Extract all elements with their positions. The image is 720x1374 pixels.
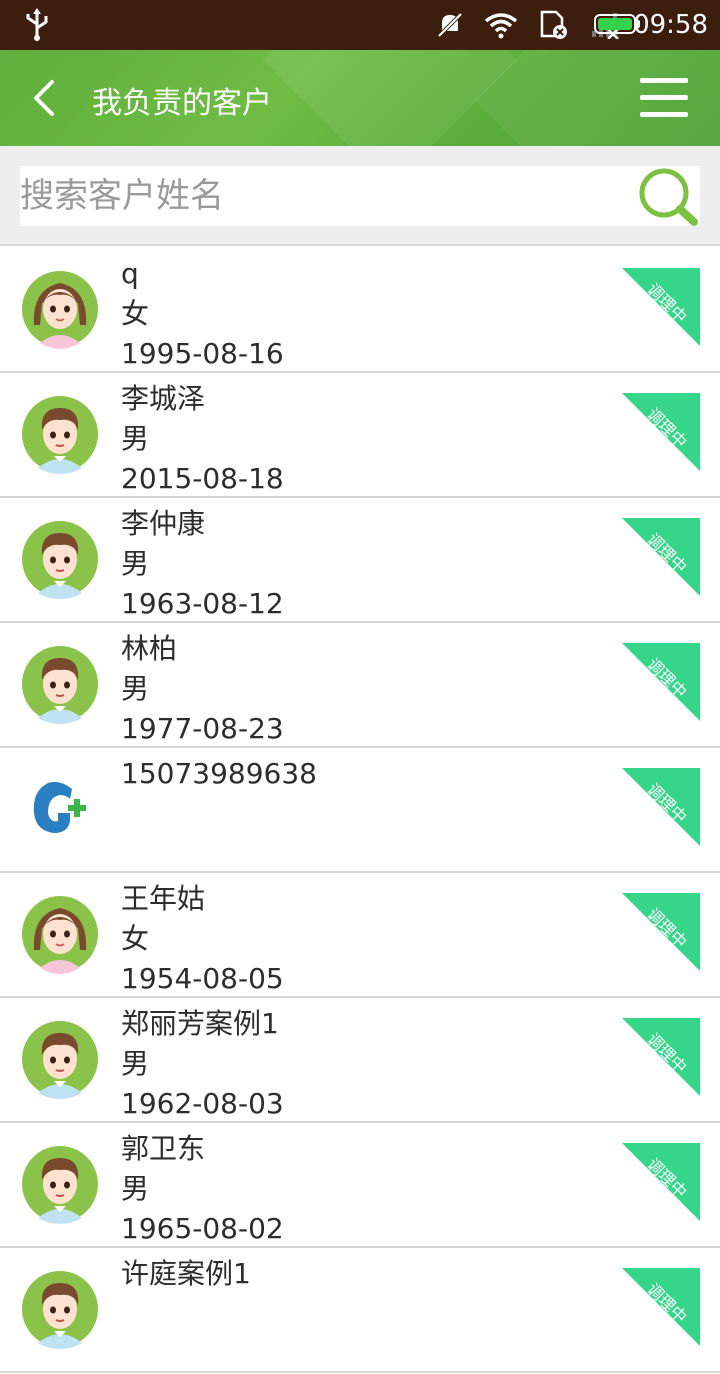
battery-icon [594,14,636,34]
customer-info: 林柏男 1977-08-23 [121,629,284,749]
avatar [20,894,100,974]
clock: 09:58 [633,10,708,40]
search-box [20,166,700,226]
customer-name: 许庭案例1 [121,1257,251,1290]
customer-row[interactable]: 李城泽男 2015-08-18 调理中 [0,373,720,498]
customer-name: q [121,257,139,290]
customer-row[interactable]: 15073989638 调理中 [0,748,720,873]
customer-name: 李仲康 [121,507,206,540]
customer-row[interactable]: 许庭案例1 调理中 [0,1248,720,1373]
avatar [20,519,100,599]
mute-icon [437,12,463,38]
menu-icon[interactable] [640,78,688,118]
customer-name: 郭卫东 [121,1132,206,1165]
status-badge: 调理中 [622,1018,700,1096]
status-badge: 调理中 [622,893,700,971]
customer-gender: 女 [121,297,150,330]
customer-birthdate: 1963-08-12 [121,587,284,620]
customer-gender [121,1294,251,1334]
search-icon[interactable] [634,166,700,226]
status-badge: 调理中 [622,518,700,596]
customer-row[interactable]: 林柏男 1977-08-23 调理中 [0,623,720,748]
avatar [20,1019,100,1099]
status-bar: 09:58 [0,0,720,50]
wifi-icon [484,13,518,39]
app-header: 我负责的客户 [0,50,720,146]
logo-avatar [20,769,100,849]
customer-info: 郭卫东男 1965-08-02 [121,1129,284,1249]
customer-gender: 男 [121,1047,150,1080]
avatar [20,644,100,724]
avatar [20,394,100,474]
customer-name: 15073989638 [121,757,317,790]
customer-name: 林柏 [121,632,178,665]
customer-row[interactable]: 郑丽芳案例1 男 1962-08-03 调理中 [0,998,720,1123]
back-arrow-icon[interactable] [28,78,64,118]
customer-info: 王年姑女 1954-08-05 [121,879,284,999]
customer-info: 郑丽芳案例1 男 1962-08-03 [121,1004,284,1124]
customer-row[interactable]: 李仲康男 1963-08-12 调理中 [0,498,720,623]
customer-birthdate: 1977-08-23 [121,712,284,745]
customer-birthdate: 1962-08-03 [121,1087,284,1120]
customer-info: 李仲康男 1963-08-12 [121,504,284,624]
avatar [20,269,100,349]
status-badge: 调理中 [622,1143,700,1221]
customer-row[interactable]: 王年姑女 1954-08-05 调理中 [0,873,720,998]
customer-row[interactable]: 郭卫东男 1965-08-02 调理中 [0,1123,720,1248]
customer-gender: 男 [121,422,150,455]
usb-icon [26,8,48,41]
customer-info: 许庭案例1 [121,1254,251,1374]
customer-gender: 女 [121,922,150,955]
customer-birthdate: 2015-08-18 [121,462,284,495]
search-bar [0,146,720,246]
customer-info: q 女 1995-08-16 [121,254,284,374]
customer-info: 李城泽男 2015-08-18 [121,379,284,499]
customer-gender: 男 [121,1172,150,1205]
customer-list: q 女 1995-08-16 调理中 李城泽男 2015-08-18 调理中 李仲康男 19… [0,248,720,1373]
customer-gender: 男 [121,672,150,705]
status-badge: 调理中 [622,643,700,721]
customer-birthdate: 1954-08-05 [121,962,284,995]
customer-info: 15073989638 [121,754,317,874]
customer-name: 郑丽芳案例1 [121,1007,279,1040]
customer-row[interactable]: q 女 1995-08-16 调理中 [0,248,720,373]
avatar [20,1269,100,1349]
customer-birthdate [121,834,317,874]
customer-birthdate: 1965-08-02 [121,1212,284,1245]
customer-gender [121,794,317,834]
search-input[interactable] [20,166,620,226]
status-badge: 调理中 [622,393,700,471]
status-icons [436,10,620,40]
customer-gender: 男 [121,547,150,580]
customer-name: 李城泽 [121,382,206,415]
customer-birthdate: 1995-08-16 [121,337,284,370]
status-badge: 调理中 [622,768,700,846]
customer-name: 王年姑 [121,882,206,915]
status-badge: 调理中 [622,268,700,346]
sim-error-icon [540,10,567,39]
avatar [20,1144,100,1224]
customer-birthdate [121,1334,251,1374]
page-title: 我负责的客户 [92,86,272,121]
